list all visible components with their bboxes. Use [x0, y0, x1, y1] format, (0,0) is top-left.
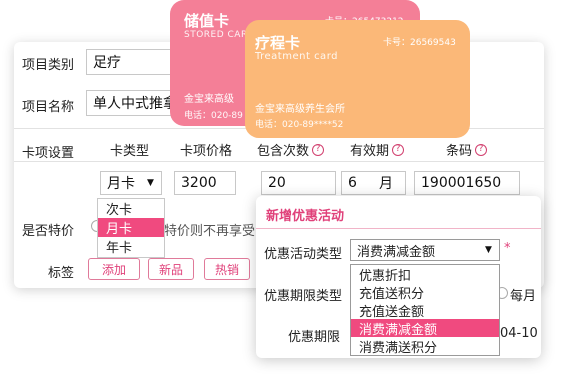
card-type-dropdown[interactable]: 次卡 月卡 年卡: [97, 198, 165, 258]
tag-new[interactable]: 新品: [148, 258, 194, 280]
help-icon[interactable]: ?: [312, 143, 325, 156]
card-type-option[interactable]: 年卡: [98, 237, 164, 256]
tag-hot[interactable]: 热销: [204, 258, 250, 280]
help-icon[interactable]: ?: [475, 143, 488, 156]
col-count-label: 包含次数: [257, 144, 310, 159]
promo-option[interactable]: 充值送金额: [351, 301, 499, 320]
treatment-card-number: 卡号：26569543: [383, 38, 456, 48]
promo-option[interactable]: 优惠折扣: [351, 265, 499, 284]
col-card-type-label: 卡类型: [110, 144, 150, 159]
name-label: 项目名称: [22, 100, 75, 115]
validity-unit: 月: [379, 176, 393, 192]
period-date-end: 04-10: [500, 326, 538, 341]
new-promotion-dialog: 新增优惠活动 优惠活动类型 消费满减金额 ▼ * 优惠期限类型 每月 优惠期限 …: [256, 196, 541, 358]
col-card-type: 卡类型: [110, 140, 149, 159]
required-mark: *: [504, 241, 511, 256]
barcode-field[interactable]: 190001650: [414, 171, 520, 195]
category-label: 项目类别: [22, 58, 75, 73]
count-field[interactable]: 20: [261, 171, 336, 195]
card-type-value: 月卡: [107, 176, 135, 192]
promo-type-dropdown[interactable]: 优惠折扣 充值送积分 充值送金额 消费满减金额 消费满送积分: [350, 264, 500, 356]
special-label: 是否特价: [22, 224, 75, 239]
period-type-label: 优惠期限类型: [264, 289, 343, 304]
monthly-option-label: 每月: [510, 289, 537, 304]
promo-option[interactable]: 消费满送积分: [351, 337, 499, 356]
promo-type-value: 消费满减金额: [357, 244, 436, 260]
treatment-card-title: 疗程卡: [255, 34, 301, 52]
divider: [14, 161, 544, 162]
card-settings-label: 卡项设置: [22, 146, 75, 161]
card-type-option-selected[interactable]: 月卡: [98, 218, 164, 237]
col-barcode-label: 条码: [446, 144, 473, 159]
chevron-down-icon: ▼: [485, 245, 492, 255]
special-note: 特价则不再享受: [164, 224, 256, 239]
col-validity: 有效期?: [350, 140, 405, 159]
stored-card-store: 金宝来高级: [184, 94, 234, 105]
promo-option[interactable]: 充值送积分: [351, 283, 499, 302]
treatment-card: 疗程卡 Treatment card 卡号：26569543 金宝来高级养生会所…: [245, 20, 470, 138]
col-count: 包含次数?: [257, 140, 325, 159]
divider: [256, 228, 541, 229]
col-validity-label: 有效期: [350, 144, 390, 159]
promo-option-selected[interactable]: 消费满减金额: [351, 319, 499, 338]
treatment-card-store: 金宝来高级养生会所: [255, 104, 345, 115]
promo-type-label: 优惠活动类型: [264, 247, 343, 262]
period-label: 优惠期限: [288, 330, 341, 345]
card-type-option[interactable]: 次卡: [98, 199, 164, 218]
col-barcode: 条码?: [446, 140, 488, 159]
promo-type-select[interactable]: 消费满减金额 ▼: [350, 239, 500, 261]
help-icon[interactable]: ?: [392, 143, 405, 156]
stored-card-phone: 电话：020-89: [184, 111, 243, 121]
treatment-card-phone: 电话：020-89****52: [255, 120, 344, 130]
tags-label: 标签: [48, 266, 75, 281]
card-type-select[interactable]: 月卡 ▼: [100, 171, 162, 195]
validity-field[interactable]: 6 月: [341, 171, 406, 195]
dialog-title: 新增优惠活动: [266, 209, 345, 224]
price-field[interactable]: 3200: [174, 171, 236, 195]
col-price: 卡项价格: [180, 140, 232, 159]
stored-card-title: 储值卡: [184, 12, 230, 30]
col-price-label: 卡项价格: [180, 144, 233, 159]
validity-value: 6: [348, 175, 357, 191]
treatment-card-subtitle: Treatment card: [255, 51, 338, 62]
add-tag-button[interactable]: 添加: [88, 258, 140, 280]
chevron-down-icon: ▼: [147, 178, 154, 188]
